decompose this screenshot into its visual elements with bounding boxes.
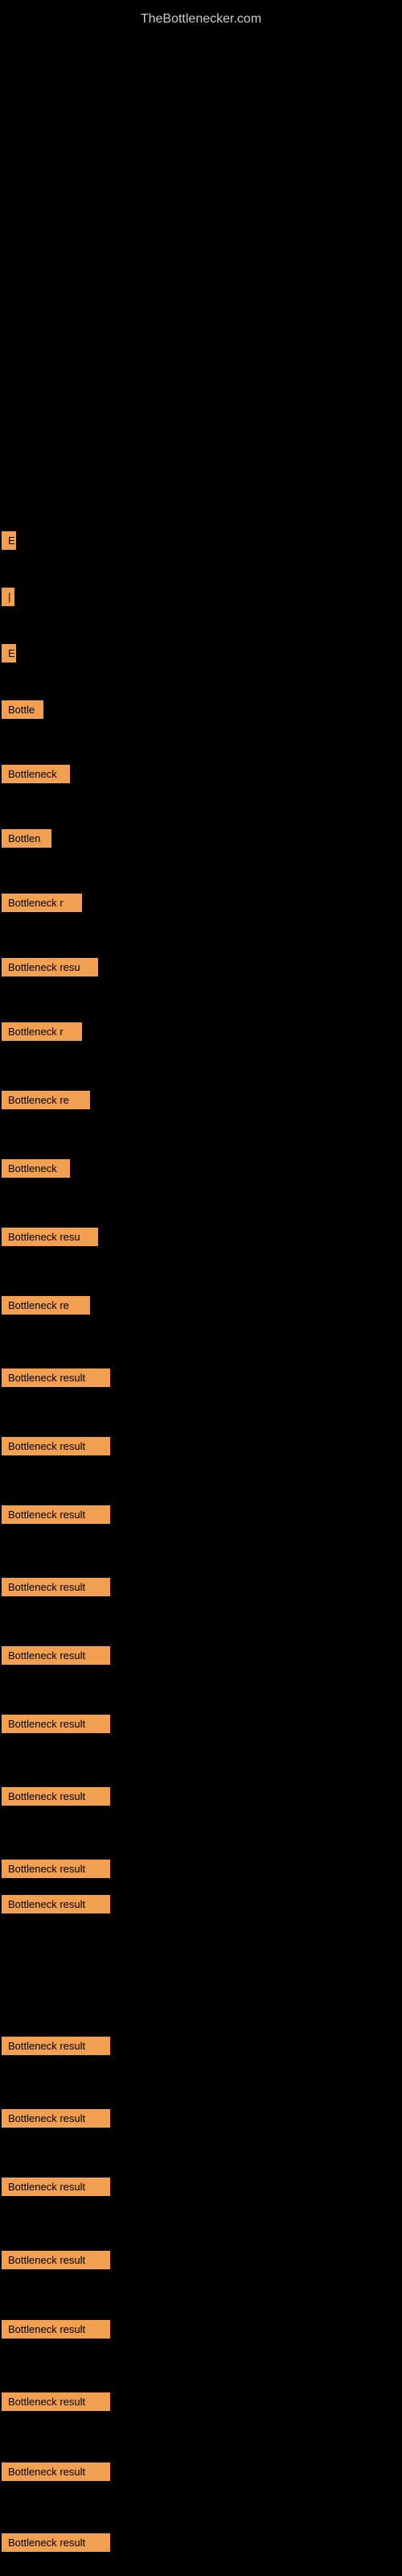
bottleneck-label: Bottleneck re — [2, 1296, 90, 1315]
bottleneck-item-row: Bottleneck resu — [2, 1228, 98, 1252]
bottleneck-item-row: Bottleneck result — [2, 1715, 110, 1739]
bottleneck-label: Bottlen — [2, 829, 51, 848]
bottleneck-label: Bottleneck — [2, 1159, 70, 1178]
bottleneck-item-row: Bottleneck result — [2, 2462, 110, 2487]
bottleneck-label: Bottleneck r — [2, 1022, 82, 1041]
bottleneck-label: Bottleneck result — [2, 2462, 110, 2481]
bottleneck-label: Bottleneck result — [2, 1860, 110, 1878]
bottleneck-item-row: Bottleneck result — [2, 2109, 110, 2133]
bottleneck-item-row: Bottleneck result — [2, 2392, 110, 2417]
bottleneck-label: Bottleneck resu — [2, 1228, 98, 1246]
bottleneck-label: Bottleneck result — [2, 2251, 110, 2269]
bottleneck-item-row: Bottleneck — [2, 1159, 70, 1183]
bottleneck-label: E — [2, 531, 16, 550]
bottleneck-label: Bottleneck result — [2, 1787, 110, 1806]
bottleneck-item-row: | — [2, 588, 14, 612]
bottleneck-label: Bottleneck result — [2, 2178, 110, 2196]
bottleneck-label: Bottleneck result — [2, 2533, 110, 2552]
bottleneck-item-row: Bottleneck result — [2, 2178, 110, 2202]
bottleneck-item-row: Bottleneck resu — [2, 958, 98, 982]
bottleneck-label: E — [2, 644, 16, 663]
bottleneck-label: Bottleneck resu — [2, 958, 98, 976]
bottleneck-item-row: Bottleneck result — [2, 1437, 110, 1461]
bottleneck-label: Bottleneck — [2, 765, 70, 783]
bottleneck-item-row: Bottleneck — [2, 765, 70, 789]
bottleneck-label: Bottleneck result — [2, 1437, 110, 1455]
bottleneck-item-row: Bottleneck result — [2, 2037, 110, 2061]
bottleneck-label: Bottleneck re — [2, 1091, 90, 1109]
bottleneck-label: | — [2, 588, 14, 606]
bottleneck-label: Bottle — [2, 700, 43, 719]
bottleneck-item-row: Bottlen — [2, 829, 51, 853]
bottleneck-label: Bottleneck result — [2, 2320, 110, 2339]
bottleneck-label: Bottleneck result — [2, 1895, 110, 1913]
bottleneck-item-row: Bottleneck result — [2, 1505, 110, 1530]
bottleneck-item-row: E — [2, 644, 16, 668]
bottleneck-item-row: Bottleneck r — [2, 1022, 82, 1046]
bottleneck-item-row: Bottleneck r — [2, 894, 82, 918]
bottleneck-item-row: Bottleneck result — [2, 1860, 110, 1884]
bottleneck-item-row: Bottleneck result — [2, 1578, 110, 1602]
bottleneck-item-row: Bottleneck result — [2, 1368, 110, 1393]
bottleneck-label: Bottleneck r — [2, 894, 82, 912]
bottleneck-item-row: Bottleneck result — [2, 2533, 110, 2557]
bottleneck-item-row: Bottleneck result — [2, 2320, 110, 2344]
bottleneck-item-row: Bottleneck re — [2, 1091, 90, 1115]
bottleneck-item-row: Bottleneck re — [2, 1296, 90, 1320]
bottleneck-label: Bottleneck result — [2, 1578, 110, 1596]
bottleneck-label: Bottleneck result — [2, 1505, 110, 1524]
bottleneck-label: Bottleneck result — [2, 1715, 110, 1733]
bottleneck-item-row: Bottle — [2, 700, 43, 724]
bottleneck-item-row: E — [2, 531, 16, 555]
bottleneck-item-row: Bottleneck result — [2, 2251, 110, 2275]
bottleneck-item-row: Bottleneck result — [2, 1646, 110, 1670]
bottleneck-label: Bottleneck result — [2, 2392, 110, 2411]
bottleneck-label: Bottleneck result — [2, 2037, 110, 2055]
bottleneck-label: Bottleneck result — [2, 1646, 110, 1665]
bottleneck-item-row: Bottleneck result — [2, 1895, 110, 1919]
bottleneck-label: Bottleneck result — [2, 1368, 110, 1387]
bottleneck-label: Bottleneck result — [2, 2109, 110, 2128]
bottleneck-item-row: Bottleneck result — [2, 1787, 110, 1811]
